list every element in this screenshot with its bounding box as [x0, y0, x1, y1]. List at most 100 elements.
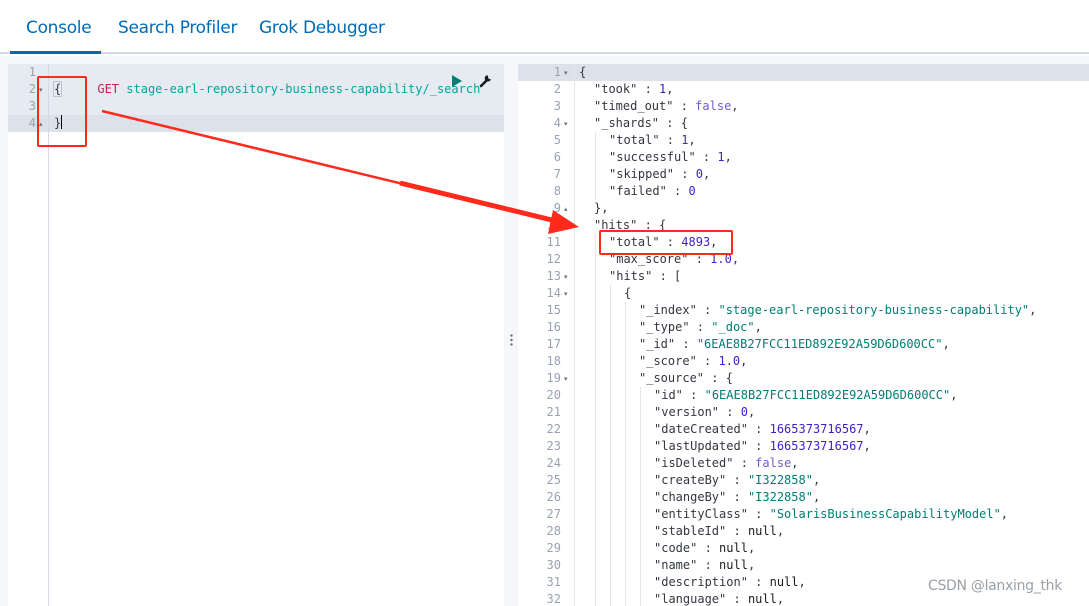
tab-bar: Console Search Profiler Grok Debugger	[0, 0, 1089, 54]
token-kstr: "successful"	[609, 150, 696, 164]
indent-guide	[610, 472, 611, 489]
token-nul: null	[747, 592, 777, 606]
token-kstr: "entityClass"	[654, 507, 748, 521]
line-number: 3	[553, 99, 561, 113]
response-line: "createBy" : "I322858",	[654, 472, 820, 489]
line-number: 29	[546, 541, 561, 555]
indent-guide	[640, 540, 641, 557]
indent-guide	[595, 489, 596, 506]
indent-guide	[610, 455, 611, 472]
token-punct: ,	[942, 337, 950, 351]
tab-search-profiler[interactable]: Search Profiler	[118, 18, 237, 38]
line-number: 27	[546, 507, 561, 521]
indent-guide	[595, 574, 596, 591]
token-punct: ,	[724, 150, 732, 164]
token-kstr: "_id"	[639, 337, 676, 351]
indent-guide	[610, 506, 611, 523]
fold-down-icon[interactable]: ▾	[564, 375, 568, 383]
indent-guide	[625, 370, 626, 387]
pane-resizer[interactable]	[504, 56, 518, 606]
indent-guide	[595, 591, 596, 606]
token-punct: ,	[863, 439, 871, 453]
token-num: 0	[740, 405, 748, 419]
indent-guide	[610, 319, 611, 336]
indent-guide	[640, 506, 641, 523]
line-number: 4	[553, 116, 561, 130]
response-line: "_shards" : {	[594, 115, 688, 132]
indent-guide	[595, 302, 596, 319]
indent-guide	[595, 472, 596, 489]
indent-guide	[640, 421, 641, 438]
token-punct: ,	[776, 524, 785, 538]
play-icon[interactable]	[452, 75, 462, 87]
token-nul: null	[747, 524, 777, 538]
indent-guide	[625, 557, 626, 574]
token-bool: false	[755, 456, 792, 470]
token-punct: {	[579, 65, 587, 79]
token-kstr: "createBy"	[654, 473, 727, 487]
line-number: 1	[28, 65, 36, 79]
response-line: "description" : null,	[654, 574, 806, 591]
indent-guide	[610, 336, 611, 353]
token-kstr: "code"	[654, 541, 698, 555]
token-nul: null	[719, 558, 748, 572]
token-str: "6EAE8B27FCC11ED892E92A59D6D600CC"	[704, 388, 951, 402]
response-line: "timed_out" : false,	[594, 98, 739, 115]
response-line: {	[579, 64, 586, 81]
indent-guide	[610, 523, 611, 540]
token-kstr: "hits"	[609, 269, 653, 283]
fold-up-icon[interactable]: ▴	[564, 205, 568, 213]
token-punct: :	[696, 354, 719, 368]
indent-guide	[625, 302, 626, 319]
token-kstr: "total"	[609, 133, 660, 147]
token-num: 0	[688, 184, 696, 198]
indent-guide	[640, 455, 641, 472]
indent-guide	[625, 472, 626, 489]
token-kstr: "_source"	[639, 371, 705, 385]
response-line: "_index" : "stage-earl-repository-busine…	[639, 302, 1036, 319]
token-kstr: "dateCreated"	[654, 422, 748, 436]
line-number: 6	[553, 150, 561, 164]
response-line: "isDeleted" : false,	[654, 455, 799, 472]
token-punct: ,	[863, 422, 871, 436]
line-number: 24	[546, 456, 561, 470]
response-line: "successful" : 1,	[609, 149, 732, 166]
token-num: 1	[681, 133, 689, 147]
token-str: "_doc"	[711, 320, 755, 334]
token-punct: ,	[1000, 507, 1009, 521]
vertical-dots-icon[interactable]	[510, 334, 513, 346]
token-str: "I322858"	[747, 490, 813, 504]
line-number: 26	[546, 490, 561, 504]
response-viewer[interactable]: 1 ▾{2 "took" : 1, 3 "timed_out" : false, 4 ▾ "_…	[518, 64, 1089, 606]
fold-down-icon[interactable]: ▾	[564, 290, 568, 298]
indent-guide	[625, 489, 626, 506]
token-punct: :	[666, 184, 689, 198]
indent-guide	[610, 387, 611, 404]
line-number: 18	[546, 354, 561, 368]
fold-down-icon[interactable]: ▾	[564, 69, 568, 77]
fold-down-icon[interactable]: ▾	[564, 120, 568, 128]
watermark: CSDN @lanxing_thk	[928, 578, 1063, 594]
response-line: "took" : 1,	[594, 81, 674, 98]
indent-guide	[595, 251, 596, 268]
tab-grok-debugger[interactable]: Grok Debugger	[259, 18, 385, 38]
token-kstr: "isDeleted"	[654, 456, 734, 470]
line-number: 12	[546, 252, 561, 266]
token-punct: ,	[791, 456, 799, 470]
fold-down-icon[interactable]: ▾	[564, 273, 568, 281]
line-number: 11	[546, 235, 561, 249]
indent-guide	[610, 591, 611, 606]
wrench-icon[interactable]	[478, 72, 494, 88]
token-punct: ,	[747, 541, 756, 555]
tab-console[interactable]: Console	[26, 18, 92, 38]
response-line: "total" : 1,	[609, 132, 696, 149]
response-line: "_type" : "_doc",	[639, 319, 762, 336]
token-punct: :	[697, 558, 720, 572]
token-punct: ,	[776, 592, 785, 606]
response-line: {	[624, 285, 631, 302]
indent-guide	[595, 319, 596, 336]
token-punct: ,	[812, 490, 821, 504]
indent-guide	[610, 489, 611, 506]
token-str: "6EAE8B27FCC11ED892E92A59D6D600CC"	[696, 337, 943, 351]
token-punct: ,	[666, 82, 674, 96]
